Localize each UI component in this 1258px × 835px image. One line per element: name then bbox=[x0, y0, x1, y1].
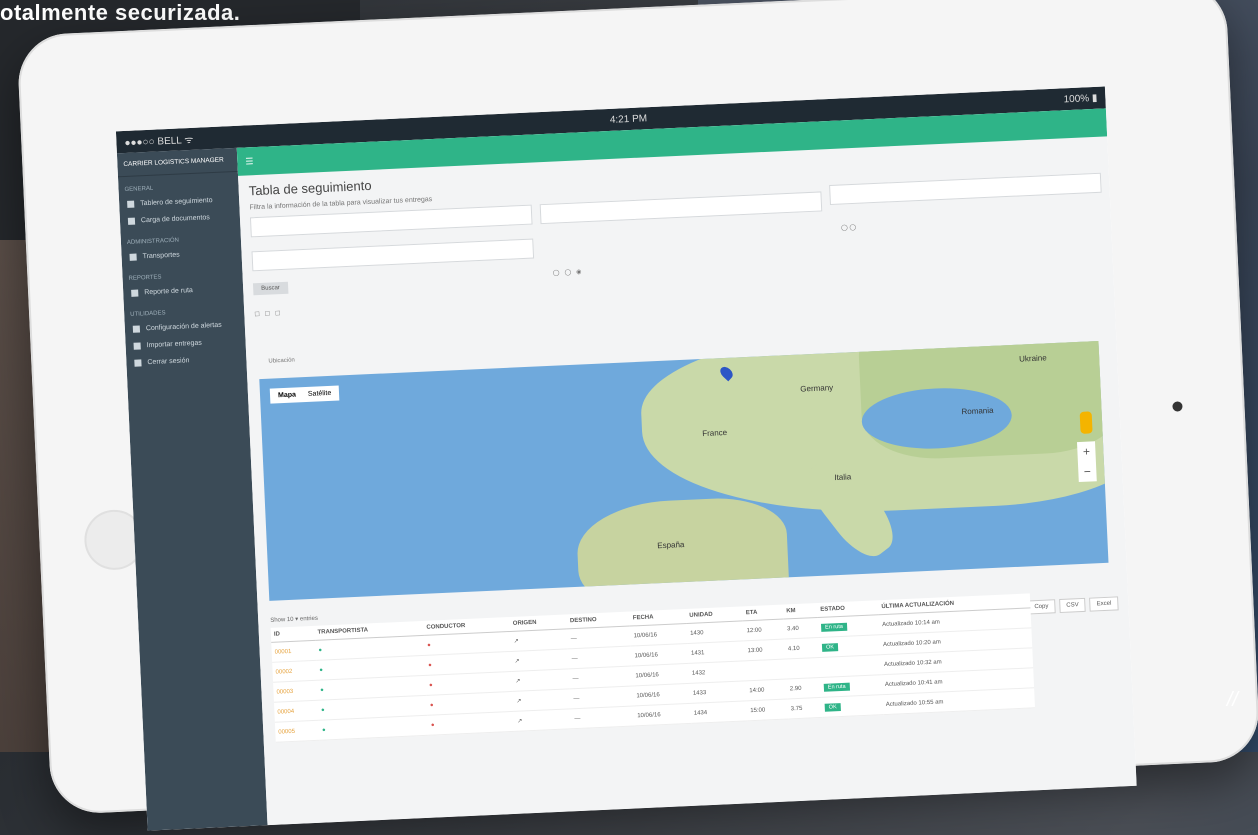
map-label: France bbox=[702, 427, 728, 439]
map-label: Romania bbox=[961, 405, 994, 417]
clock: 4:21 PM bbox=[609, 112, 648, 126]
map-section-label: Ubicación bbox=[268, 357, 295, 365]
radio-options[interactable]: ◯ ◯ ◉ bbox=[553, 268, 582, 276]
map-label: Germany bbox=[800, 383, 834, 394]
zoom-control[interactable]: + − bbox=[1076, 441, 1097, 483]
search-button[interactable]: Buscar bbox=[252, 281, 289, 296]
csv-button[interactable]: CSV bbox=[1059, 597, 1087, 614]
tablet-device: ●●●○○ BELL ᯤ 4:21 PM 100% ▮ CARRIER LOGI… bbox=[16, 0, 1258, 831]
map-label: Italia bbox=[834, 472, 852, 483]
carrier-label: ●●●○○ BELL ᯤ bbox=[124, 134, 194, 149]
decorative-slashes: // bbox=[1226, 689, 1238, 711]
radio-group[interactable]: ◯ ◯ bbox=[841, 224, 856, 232]
battery-indicator: 100% ▮ bbox=[1063, 92, 1098, 105]
zoom-in-button[interactable]: + bbox=[1077, 441, 1096, 462]
menu-icon[interactable]: ☰ bbox=[245, 156, 254, 167]
map-type-toggle[interactable]: Mapa Satélite bbox=[269, 385, 340, 404]
excel-button[interactable]: Excel bbox=[1089, 596, 1119, 612]
bell-icon bbox=[132, 325, 141, 333]
grid-icon bbox=[127, 200, 135, 208]
status-badge: En ruta bbox=[820, 622, 848, 632]
status-badge: OK bbox=[824, 702, 841, 712]
tracking-table: Show 10 ▾ entries ID TRANSPORTISTA CONDU… bbox=[270, 582, 1036, 743]
filter-form: ◯ ◯ Buscar ◯ ◯ ◉ ☐ ☐ ☐ bbox=[249, 172, 1105, 331]
street-view-icon[interactable] bbox=[1079, 411, 1093, 434]
truck-icon bbox=[129, 253, 137, 261]
map-label: España bbox=[657, 539, 685, 551]
filter-field[interactable] bbox=[539, 191, 823, 225]
map-view[interactable]: Mapa Satélite France Italia España Germa… bbox=[259, 340, 1109, 601]
chart-icon bbox=[131, 289, 139, 297]
camera-icon bbox=[1172, 401, 1183, 412]
headline: otalmente securizada. bbox=[0, 0, 241, 25]
export-buttons: Copy CSV Excel bbox=[1027, 596, 1119, 615]
tablet-screen: ●●●○○ BELL ᯤ 4:21 PM 100% ▮ CARRIER LOGI… bbox=[115, 86, 1137, 831]
main-content: ☰ Tabla de seguimiento Filtra la informa… bbox=[236, 108, 1137, 826]
zoom-out-button[interactable]: − bbox=[1078, 461, 1097, 482]
map-label: Ukraine bbox=[1018, 353, 1047, 364]
document-icon bbox=[127, 217, 136, 225]
copy-button[interactable]: Copy bbox=[1027, 599, 1056, 615]
logout-icon bbox=[134, 359, 142, 367]
filter-field[interactable] bbox=[249, 204, 533, 238]
upload-icon bbox=[133, 342, 141, 350]
checkbox-options[interactable]: ☐ ☐ ☐ bbox=[254, 310, 280, 318]
map-type-satellite[interactable]: Satélite bbox=[308, 390, 332, 398]
status-badge: En ruta bbox=[823, 682, 850, 692]
filter-field[interactable] bbox=[251, 238, 535, 272]
map-type-map[interactable]: Mapa bbox=[278, 391, 296, 399]
status-badge: OK bbox=[821, 642, 839, 652]
